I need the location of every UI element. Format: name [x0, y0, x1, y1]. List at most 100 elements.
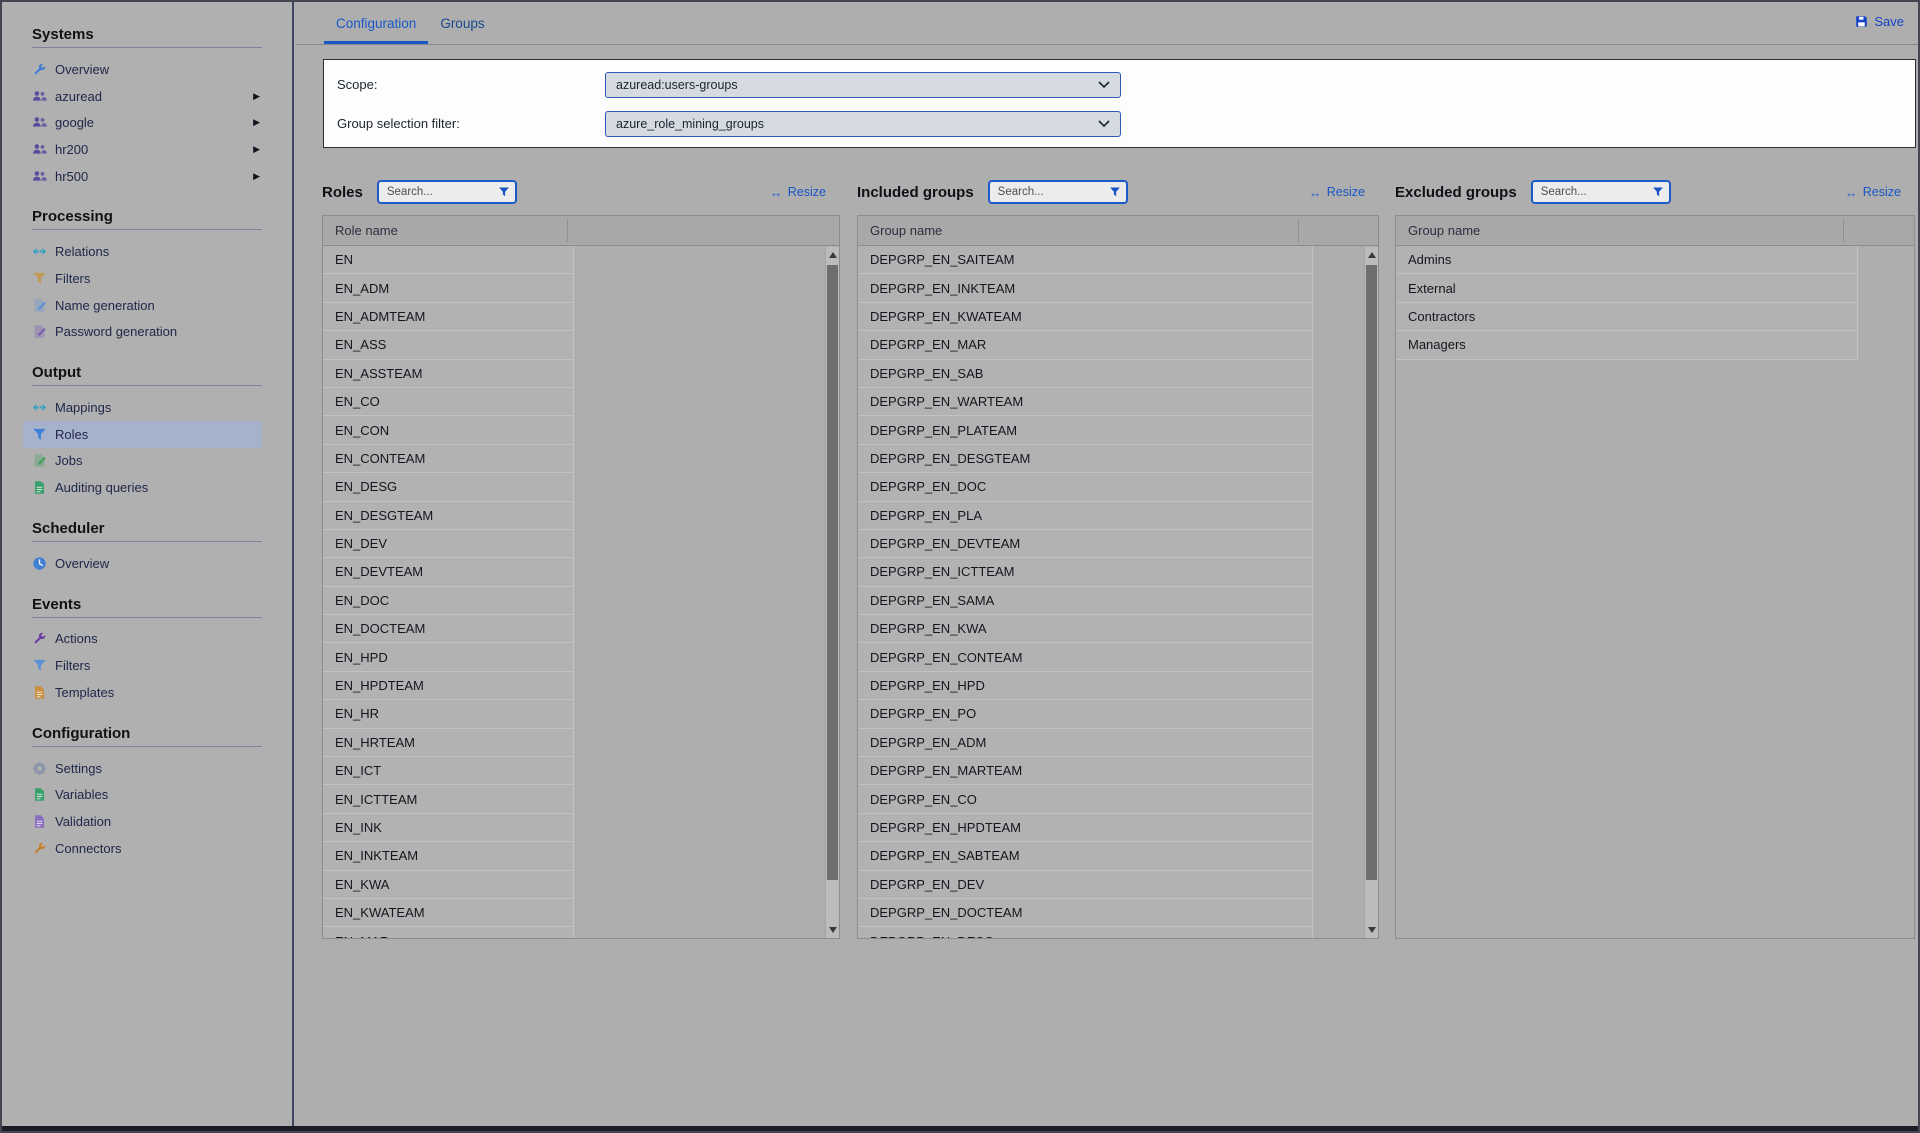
sidebar-item[interactable]: Jobs [23, 448, 262, 475]
table-row[interactable]: EN_DEVTEAM [323, 558, 573, 586]
table-row[interactable]: EN_KWA [323, 871, 573, 899]
table-row[interactable]: DEPGRP_EN_PO [858, 700, 1312, 728]
sidebar-item[interactable]: Connectors [23, 835, 262, 862]
sidebar-item[interactable]: google ▶ [23, 109, 262, 136]
table-row[interactable]: EN_DOC [323, 587, 573, 615]
sidebar-item[interactable]: Templates [23, 679, 262, 706]
table-row[interactable]: DEPGRP_EN_SABTEAM [858, 842, 1312, 870]
scroll-down-icon[interactable] [1365, 922, 1378, 938]
scroll-up-icon[interactable] [826, 247, 839, 263]
scroll-down-icon[interactable] [826, 922, 839, 938]
table-row[interactable]: EN_ICTTEAM [323, 785, 573, 813]
table-row[interactable]: DEPGRP_EN_DEVTEAM [858, 530, 1312, 558]
table-row[interactable]: DEPGRP_EN_SAB [858, 360, 1312, 388]
sidebar-item[interactable]: Password generation [23, 319, 262, 346]
table-row[interactable]: DEPGRP_EN_KWA [858, 615, 1312, 643]
table-row[interactable]: DEPGRP_EN_HPD [858, 672, 1312, 700]
table-row[interactable]: EN_KWATEAM [323, 899, 573, 927]
sidebar-item[interactable]: Validation [23, 808, 262, 835]
table-row[interactable]: EN [323, 246, 573, 274]
sidebar-item[interactable]: Roles [23, 421, 262, 448]
sidebar-item[interactable]: hr500 ▶ [23, 163, 262, 190]
excluded-groups-resize-button[interactable]: ↔ Resize [1845, 185, 1901, 200]
sidebar-item[interactable]: Relations [23, 238, 262, 265]
table-row[interactable]: EN_ADMTEAM [323, 303, 573, 331]
table-row[interactable]: DEPGRP_EN_CO [858, 785, 1312, 813]
sidebar-item[interactable]: Overview [23, 550, 262, 577]
table-row[interactable]: EN_HPDTEAM [323, 672, 573, 700]
table-row[interactable]: Contractors [1396, 303, 1857, 331]
table-row[interactable]: EN_INK [323, 814, 573, 842]
table-row[interactable]: DEPGRP_EN_MAR [858, 331, 1312, 359]
table-row[interactable]: DEPGRP_EN_PLATEAM [858, 416, 1312, 444]
save-label: Save [1874, 14, 1904, 29]
sidebar-item[interactable]: Name generation [23, 292, 262, 319]
sidebar-item[interactable]: hr200 ▶ [23, 136, 262, 163]
group-filter-dropdown[interactable]: azure_role_mining_groups [605, 111, 1121, 137]
table-row[interactable]: EN_INKTEAM [323, 842, 573, 870]
sidebar-item-label: Mappings [55, 400, 111, 415]
table-row[interactable]: EN_DESGTEAM [323, 502, 573, 530]
table-row[interactable]: EN_DOCTEAM [323, 615, 573, 643]
sidebar-item[interactable]: Settings [23, 755, 262, 782]
sidebar-item[interactable]: Mappings [23, 394, 262, 421]
sidebar-item[interactable]: Actions [23, 626, 262, 653]
table-row[interactable]: EN_ADM [323, 274, 573, 302]
scrollbar-thumb[interactable] [1366, 265, 1377, 880]
table-row[interactable]: DEPGRP_EN_KWATEAM [858, 303, 1312, 331]
sidebar-item-icon [32, 271, 47, 286]
group-name-cell: DEPGRP_EN_DESGTEAM [870, 451, 1030, 466]
scroll-up-icon[interactable] [1365, 247, 1378, 263]
table-row[interactable]: DEPGRP_EN_WARTEAM [858, 388, 1312, 416]
sidebar-item[interactable]: Filters [23, 265, 262, 292]
table-row[interactable]: EN_HPD [323, 643, 573, 671]
table-row[interactable]: Admins [1396, 246, 1857, 274]
table-row[interactable]: EN_ASSTEAM [323, 360, 573, 388]
table-row[interactable]: DEPGRP_EN_INKTEAM [858, 274, 1312, 302]
sidebar-item[interactable]: Auditing queries [23, 474, 262, 501]
scrollbar-thumb[interactable] [827, 265, 838, 880]
table-row[interactable]: DEPGRP_EN_ICTTEAM [858, 558, 1312, 586]
table-row[interactable]: DEPGRP_EN_HPDTEAM [858, 814, 1312, 842]
table-row[interactable]: EN_CON [323, 416, 573, 444]
table-row[interactable]: EN_HR [323, 700, 573, 728]
roles-resize-button[interactable]: ↔ Resize [770, 185, 826, 200]
save-button[interactable]: Save [1855, 14, 1904, 29]
table-row[interactable]: DEPGRP_EN_SAITEAM [858, 246, 1312, 274]
roles-scrollbar[interactable] [825, 247, 839, 938]
table-row[interactable]: DEPGRP_EN_DOCTEAM [858, 899, 1312, 927]
table-row[interactable]: DEPGRP_EN_SAMA [858, 587, 1312, 615]
table-row[interactable]: DEPGRP_EN_DEV [858, 871, 1312, 899]
tab-configuration[interactable]: Configuration [324, 2, 428, 44]
sidebar-item-label: Filters [55, 658, 90, 673]
table-row[interactable]: EN_DESG [323, 473, 573, 501]
table-row[interactable]: External [1396, 274, 1857, 302]
table-row[interactable]: DEPGRP_EN_DESGTEAM [858, 445, 1312, 473]
sidebar-item[interactable]: Overview [23, 56, 262, 83]
scope-dropdown[interactable]: azuread:users-groups [605, 72, 1121, 98]
table-row[interactable]: DEPGRP_EN_MARTEAM [858, 757, 1312, 785]
table-row[interactable]: DEPGRP_EN_DESG [858, 927, 1312, 939]
table-row[interactable]: DEPGRP_EN_CONTEAM [858, 643, 1312, 671]
sidebar-item[interactable]: azuread ▶ [23, 83, 262, 110]
table-row[interactable]: EN_ICT [323, 757, 573, 785]
table-row[interactable]: Managers [1396, 331, 1857, 359]
included-groups-resize-button[interactable]: ↔ Resize [1309, 185, 1365, 200]
sidebar-item[interactable]: Filters [23, 652, 262, 679]
table-row[interactable]: EN_CONTEAM [323, 445, 573, 473]
roles-search-input[interactable] [379, 182, 515, 202]
table-row[interactable]: EN_MAR [323, 927, 573, 939]
excluded-groups-search-input[interactable] [1533, 182, 1669, 202]
table-row[interactable]: DEPGRP_EN_DOC [858, 473, 1312, 501]
table-row[interactable]: EN_DEV [323, 530, 573, 558]
tab-groups[interactable]: Groups [428, 2, 496, 44]
sidebar-section-processing: Processing Relations Filters [32, 208, 262, 345]
table-row[interactable]: EN_HRTEAM [323, 729, 573, 757]
table-row[interactable]: EN_ASS [323, 331, 573, 359]
included-groups-scrollbar[interactable] [1364, 247, 1378, 938]
sidebar-item[interactable]: Variables [23, 781, 262, 808]
table-row[interactable]: DEPGRP_EN_PLA [858, 502, 1312, 530]
table-row[interactable]: EN_CO [323, 388, 573, 416]
table-row[interactable]: DEPGRP_EN_ADM [858, 729, 1312, 757]
included-groups-search-input[interactable] [990, 182, 1126, 202]
